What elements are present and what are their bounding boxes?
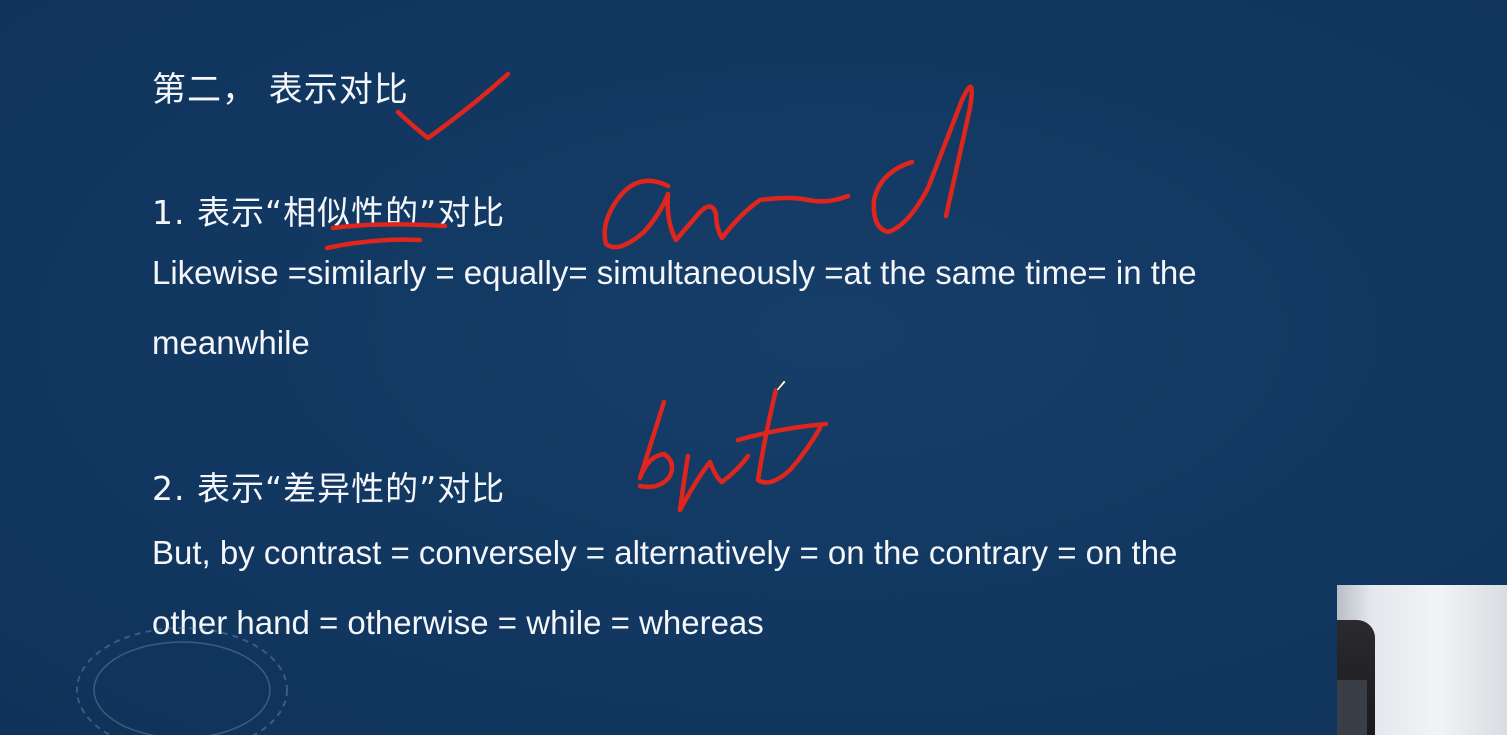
section2-title: 2. 表示“差异性的”对比 — [152, 469, 506, 508]
section1-title: 1. 表示“相似性的”对比 — [152, 193, 506, 232]
underline-annotation-2 — [324, 237, 423, 251]
slide-heading: 第二， 表示对比 — [152, 70, 409, 110]
presenter-shoulder — [1337, 680, 1367, 735]
checkmark-annotation — [395, 71, 511, 141]
but-annotation — [637, 387, 829, 513]
watermark-stamp — [76, 627, 288, 735]
section1-line1: Likewise =similarly = equally= simultane… — [152, 254, 1197, 291]
webcam-overlay — [1337, 585, 1507, 735]
pen-cursor-icon — [775, 379, 787, 392]
section1-line2: meanwhile — [152, 324, 310, 361]
lecture-slide: 第二， 表示对比 1. 表示“相似性的”对比 Likewise =similar… — [0, 0, 1507, 735]
and-annotation — [602, 84, 974, 250]
section2-line1: But, by contrast = conversely = alternat… — [152, 534, 1178, 571]
